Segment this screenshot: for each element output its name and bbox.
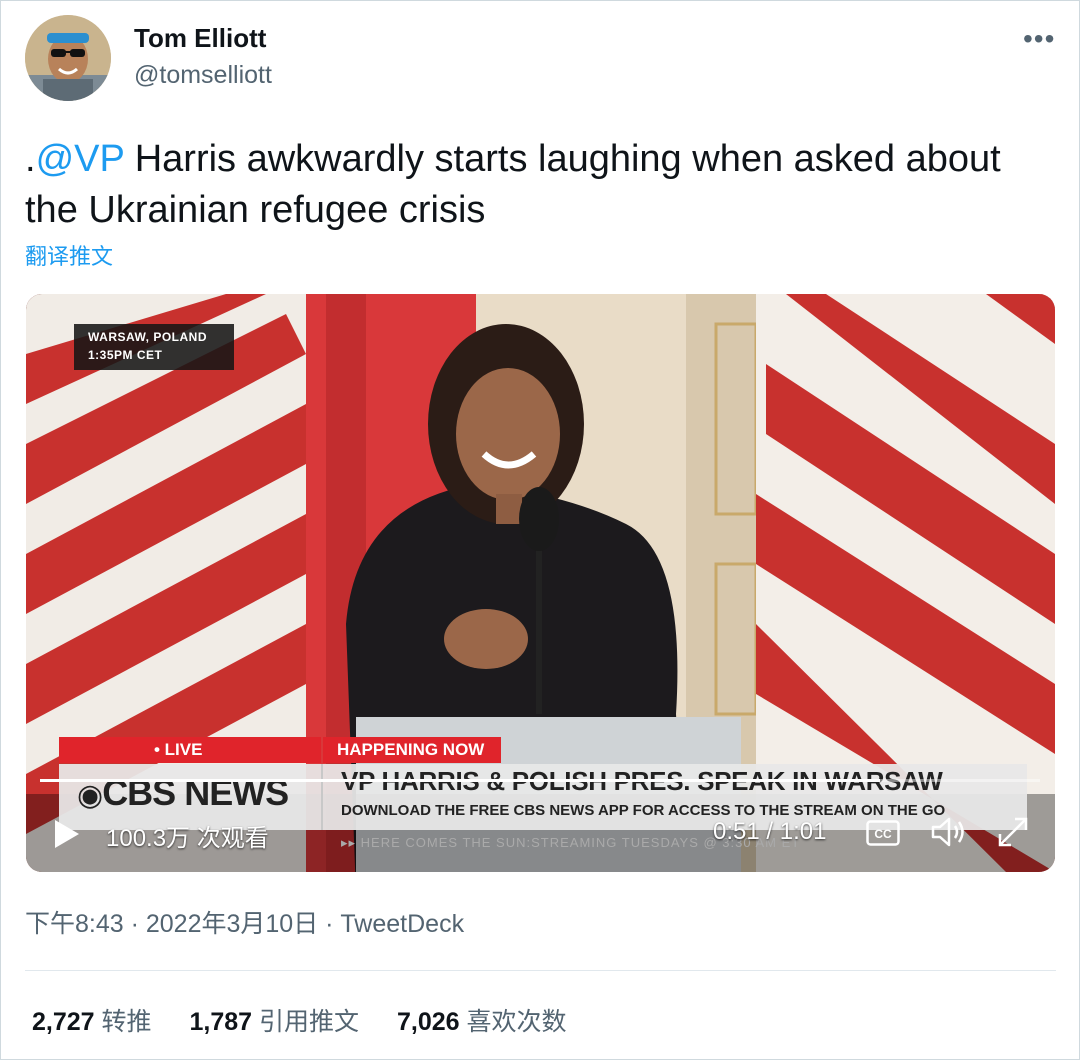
captions-icon[interactable]: CC	[866, 820, 900, 846]
video-progress-bar[interactable]	[40, 779, 1040, 782]
tweet-body: Harris awkwardly starts laughing when as…	[25, 138, 1001, 231]
mention-link[interactable]: @VP	[36, 138, 125, 180]
happening-now-badge: HAPPENING NOW	[323, 737, 501, 763]
play-icon[interactable]	[52, 818, 82, 850]
view-count: 100.3万 次观看	[106, 825, 269, 852]
tweet-text: .@VP Harris awkwardly starts laughing wh…	[25, 134, 1045, 236]
cc-label: CC	[874, 827, 892, 841]
location-caption: WARSAW, POLAND 1:35PM CET	[74, 324, 234, 370]
ticker-divider	[321, 764, 323, 830]
fullscreen-icon[interactable]	[996, 815, 1030, 849]
location-line: WARSAW, POLAND	[88, 330, 208, 344]
author-handle[interactable]: @tomselliott	[134, 61, 272, 90]
retweets-stat[interactable]: 2,727 转推	[32, 1008, 152, 1036]
likes-label: 喜欢次数	[466, 1008, 567, 1036]
tweet-stats: 2,727 转推 1,787 引用推文 7,026 喜欢次数	[32, 1002, 598, 1038]
quote-tweets-count: 1,787	[189, 1008, 253, 1036]
author-name[interactable]: Tom Elliott	[134, 23, 266, 54]
divider	[25, 970, 1056, 971]
more-options-icon[interactable]: •••	[1023, 23, 1055, 55]
video-player[interactable]: WARSAW, POLAND 1:35PM CET • LIVE HAPPENI…	[26, 294, 1055, 872]
likes-count: 7,026	[396, 1008, 460, 1036]
profile-photo-icon	[25, 15, 111, 101]
live-badge: • LIVE	[59, 737, 321, 763]
translate-tweet-link[interactable]: 翻译推文	[25, 239, 113, 271]
quote-tweets-stat[interactable]: 1,787 引用推文	[189, 1008, 359, 1036]
author-avatar[interactable]	[25, 15, 111, 101]
tweet-prefix: .	[25, 138, 36, 180]
retweets-label: 转推	[101, 1008, 152, 1036]
tweet-timestamp-source[interactable]: 下午8:43 · 2022年3月10日 · TweetDeck	[25, 904, 464, 940]
time-line: 1:35PM CET	[88, 348, 163, 362]
video-time: 0:51 / 1:01	[713, 818, 827, 845]
quote-tweets-label: 引用推文	[259, 1008, 360, 1036]
likes-stat[interactable]: 7,026 喜欢次数	[397, 1008, 567, 1036]
retweets-count: 2,727	[32, 1008, 95, 1036]
tweet-card: Tom Elliott @tomselliott ••• .@VP Harris…	[0, 0, 1080, 1060]
cbs-eye-icon: ◉	[77, 779, 103, 812]
video-progress-fill	[40, 779, 880, 782]
ticker-subline: DOWNLOAD THE FREE CBS NEWS APP FOR ACCES…	[341, 802, 946, 819]
volume-icon[interactable]	[930, 815, 968, 849]
